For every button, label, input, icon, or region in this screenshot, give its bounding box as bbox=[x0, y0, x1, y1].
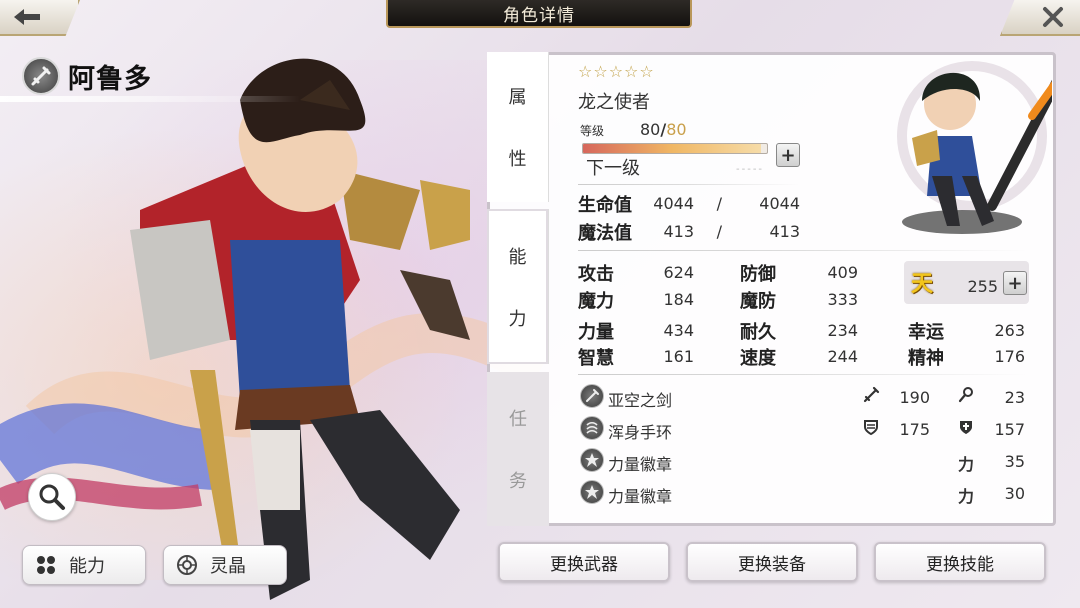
stat-label-attack: 攻击 bbox=[578, 264, 614, 285]
crystal-icon bbox=[177, 555, 197, 575]
stat-value-endurance: 234 bbox=[827, 321, 858, 340]
change-gear-button[interactable]: 更换装备 bbox=[686, 542, 858, 582]
change-skill-button[interactable]: 更换技能 bbox=[874, 542, 1046, 582]
crystal-button[interactable]: 灵晶 bbox=[163, 545, 287, 585]
equip-name-bracelet[interactable]: 浑身手环 bbox=[608, 419, 672, 443]
tab-ability-char2: 力 bbox=[508, 308, 527, 330]
stat-label-endurance: 耐久 bbox=[740, 322, 776, 343]
chibi-sprite bbox=[897, 61, 1052, 234]
magic-shield-icon bbox=[957, 418, 975, 440]
stat-value-defense: 409 bbox=[827, 263, 858, 282]
character-name: 阿鲁多 bbox=[68, 63, 152, 95]
crystal-button-label: 灵晶 bbox=[210, 556, 246, 577]
equip-emblem-1-stat-label: 力 bbox=[958, 455, 975, 474]
stat-value-strength: 434 bbox=[663, 321, 694, 340]
magic-wand-icon bbox=[957, 386, 975, 408]
back-button[interactable] bbox=[0, 0, 80, 36]
equip-weapon-stat2: 23 bbox=[1004, 388, 1025, 407]
equip-emblem-1-stat: 35 bbox=[1004, 452, 1025, 471]
tab-ability[interactable]: 能 力 bbox=[487, 209, 549, 364]
hp-label: 生命值 bbox=[578, 195, 632, 216]
tab-mission-char2: 务 bbox=[509, 471, 527, 492]
equip-name-emblem-1[interactable]: 力量徽章 bbox=[608, 451, 672, 475]
magnify-icon bbox=[39, 484, 65, 510]
next-level-label: 下一级 bbox=[586, 158, 640, 179]
sword-icon bbox=[580, 384, 604, 408]
equip-name-weapon[interactable]: 亚空之剑 bbox=[608, 387, 672, 411]
tab-attributes-char2: 性 bbox=[508, 149, 527, 170]
name-underline bbox=[0, 96, 300, 102]
tab-mission[interactable]: 任 务 bbox=[487, 372, 549, 526]
ability-grid-icon bbox=[37, 556, 55, 574]
close-button[interactable] bbox=[1000, 0, 1080, 36]
zoom-button[interactable] bbox=[28, 473, 76, 521]
stat-value-luck: 263 bbox=[994, 321, 1025, 340]
mp-label: 魔法值 bbox=[578, 223, 632, 244]
stat-value-attack: 624 bbox=[663, 263, 694, 282]
stat-label-speed: 速度 bbox=[740, 348, 776, 369]
stat-label-luck: 幸运 bbox=[908, 322, 944, 343]
character-artwork bbox=[0, 58, 551, 600]
sky-icon: 天 bbox=[910, 272, 933, 297]
mp-current: 413 bbox=[663, 222, 694, 241]
level-up-plus-button[interactable]: + bbox=[776, 143, 800, 167]
equip-bracelet-stat2: 157 bbox=[994, 420, 1025, 439]
equip-name-emblem-2[interactable]: 力量徽章 bbox=[608, 483, 672, 507]
tab-attributes[interactable]: 属 性 bbox=[487, 52, 549, 202]
stat-label-spirit: 精神 bbox=[908, 348, 944, 369]
stat-label-strength: 力量 bbox=[578, 322, 614, 343]
stat-value-magic-defense: 333 bbox=[827, 290, 858, 309]
tab-attributes-char1: 属 bbox=[508, 87, 527, 108]
stat-value-speed: 244 bbox=[827, 347, 858, 366]
character-title: 龙之使者 bbox=[578, 92, 650, 113]
sky-plus-button[interactable]: + bbox=[1003, 271, 1027, 295]
level-current: 80 bbox=[640, 120, 661, 139]
equip-emblem-2-stat: 30 bbox=[1004, 484, 1025, 503]
stat-value-magic: 184 bbox=[663, 290, 694, 309]
stat-label-defense: 防御 bbox=[740, 264, 776, 285]
emblem-icon bbox=[580, 480, 604, 504]
character-name-block: 阿鲁多 bbox=[22, 52, 322, 100]
divider-3 bbox=[578, 374, 1028, 375]
stat-label-wisdom: 智慧 bbox=[578, 348, 614, 369]
level-value: 80/80 bbox=[640, 120, 687, 139]
hp-current: 4044 bbox=[653, 194, 694, 213]
exp-bar bbox=[582, 143, 768, 154]
hp-separator: / bbox=[716, 194, 722, 213]
exp-remaining: ----- bbox=[736, 164, 765, 175]
stat-label-magic: 魔力 bbox=[578, 291, 614, 312]
tab-mission-char1: 任 bbox=[509, 409, 527, 430]
rarity-stars: ☆☆☆☆☆ bbox=[578, 62, 655, 81]
tab-ability-char1: 能 bbox=[508, 246, 527, 268]
mp-separator: / bbox=[716, 222, 722, 241]
side-tabs: 属 性 能 力 任 务 bbox=[487, 52, 549, 526]
equip-bracelet-stat1: 175 bbox=[899, 420, 930, 439]
ability-button-label: 能力 bbox=[69, 556, 105, 577]
stat-value-spirit: 176 bbox=[994, 347, 1025, 366]
level-label: 等级 bbox=[580, 124, 605, 138]
page-title: 角色详情 bbox=[386, 0, 692, 28]
change-weapon-button[interactable]: 更换武器 bbox=[498, 542, 670, 582]
divider-2 bbox=[578, 250, 1028, 251]
defense-shield-icon bbox=[862, 418, 880, 440]
sky-value: 255 bbox=[967, 277, 998, 296]
ability-button[interactable]: 能力 bbox=[22, 545, 146, 585]
equip-emblem-2-stat-label: 力 bbox=[958, 487, 975, 506]
divider-1 bbox=[578, 184, 800, 185]
exp-fill bbox=[583, 144, 762, 153]
sword-class-icon bbox=[22, 57, 60, 95]
attack-icon bbox=[862, 386, 880, 408]
stat-label-magic-defense: 魔防 bbox=[740, 291, 776, 312]
close-icon bbox=[1043, 7, 1063, 27]
top-bar: 角色详情 bbox=[0, 0, 1080, 40]
back-arrow-icon bbox=[14, 9, 40, 25]
emblem-icon bbox=[580, 448, 604, 472]
level-max: 80 bbox=[666, 120, 687, 139]
hp-max: 4044 bbox=[759, 194, 800, 213]
equip-weapon-stat1: 190 bbox=[899, 388, 930, 407]
mp-max: 413 bbox=[769, 222, 800, 241]
stat-value-wisdom: 161 bbox=[663, 347, 694, 366]
bracelet-icon bbox=[580, 416, 604, 440]
